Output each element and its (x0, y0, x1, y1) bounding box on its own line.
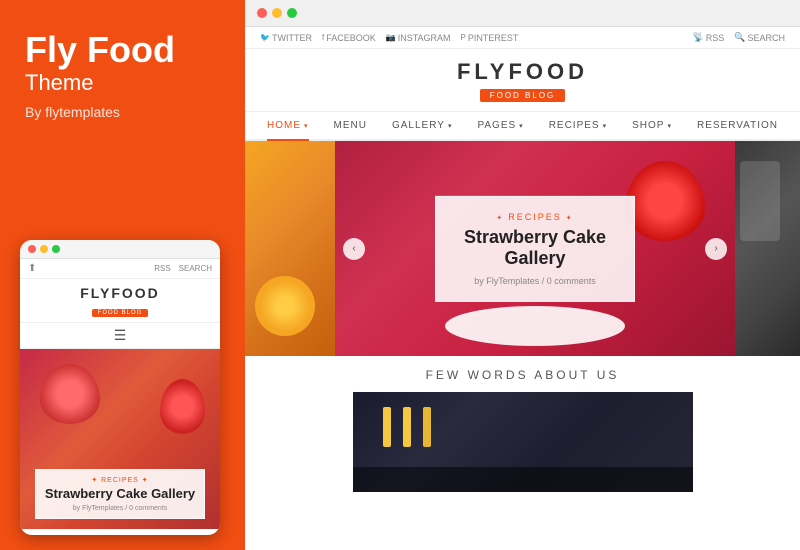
twitter-icon: 🐦 (260, 33, 270, 42)
hero-card-meta-comments: 0 comments (547, 276, 596, 286)
browser-dot-red (257, 8, 267, 18)
app-subtitle: Theme (25, 70, 220, 96)
search-icon: 🔍 (734, 32, 745, 43)
mobile-hamburger-icon[interactable]: ☰ (20, 323, 220, 349)
instagram-link[interactable]: 📷 INSTAGRAM (386, 33, 451, 43)
browser-dot-green (287, 8, 297, 18)
mobile-content-area: ✦ RECIPES ✦ Strawberry Cake Gallery by F… (20, 349, 220, 529)
nav-recipes[interactable]: RECIPES ▾ (549, 120, 607, 131)
instagram-icon: 📷 (386, 33, 396, 42)
about-title: FEW WORDS ABOUT US (265, 368, 780, 382)
mobile-rss-link[interactable]: RSS (154, 264, 170, 273)
site-logo-badge: FOOD BLOG (480, 89, 566, 102)
site-logo-area: FLYFOOD FOOD BLOG (245, 49, 800, 112)
hero-card-meta-by: by FlyTemplates (474, 276, 539, 286)
mobile-browser-chrome (20, 240, 220, 259)
about-section: FEW WORDS ABOUT US (245, 356, 800, 504)
right-panel: 🐦 TWITTER f FACEBOOK 📷 INSTAGRAM P PINTE… (245, 0, 800, 550)
nav-gallery[interactable]: GALLERY ▾ (392, 120, 452, 131)
mobile-share-icon: ⬆ (28, 263, 36, 274)
twitter-label: TWITTER (272, 33, 312, 43)
app-title: Fly Food (25, 30, 220, 70)
rss-icon-link[interactable]: 📡 RSS (693, 32, 725, 43)
nav-pages[interactable]: PAGES ▾ (477, 120, 523, 131)
nav-home-caret: ▾ (304, 122, 309, 130)
nav-menu[interactable]: MENU (334, 120, 367, 131)
facebook-link[interactable]: f FACEBOOK (322, 33, 376, 43)
hero-recipes-label: RECIPES (456, 211, 614, 221)
hero-card-meta: by FlyTemplates / 0 comments (456, 276, 614, 286)
nav-reservation[interactable]: RESERVATION (697, 120, 778, 131)
browser-dot-yellow (272, 8, 282, 18)
mobile-mockup: ⬆ RSS SEARCH FLYFOOD FOOD BLOG ☰ ✦ RECIP… (20, 240, 220, 535)
pinterest-icon: P (461, 33, 466, 42)
twitter-link[interactable]: 🐦 TWITTER (260, 33, 312, 43)
mobile-nav-bar: ⬆ RSS SEARCH (20, 259, 220, 279)
search-icon-link[interactable]: 🔍 SEARCH (734, 32, 785, 43)
restaurant-image (353, 392, 693, 492)
mobile-search-link[interactable]: SEARCH (179, 264, 212, 273)
mobile-dot-red (28, 245, 36, 253)
social-links: 🐦 TWITTER f FACEBOOK 📷 INSTAGRAM P PINTE… (260, 33, 518, 43)
mobile-card-meta: by FlyTemplates / 0 comments (44, 505, 196, 512)
pinterest-link[interactable]: P PINTEREST (461, 33, 519, 43)
browser-chrome (245, 0, 800, 27)
hero-main: ‹ RECIPES Strawberry Cake Gallery by Fly… (335, 141, 735, 356)
nav-gallery-caret: ▾ (448, 122, 453, 130)
mobile-nav-icons: RSS SEARCH (154, 264, 212, 273)
facebook-icon: f (322, 33, 324, 42)
hero-area: ‹ RECIPES Strawberry Cake Gallery by Fly… (245, 141, 800, 356)
pinterest-label: PINTEREST (468, 33, 519, 43)
nav-shop-caret: ▾ (667, 122, 672, 130)
website-content: 🐦 TWITTER f FACEBOOK 📷 INSTAGRAM P PINTE… (245, 27, 800, 544)
instagram-label: INSTAGRAM (398, 33, 451, 43)
mobile-logo-badge: FOOD BLOG (92, 309, 149, 317)
left-panel: Fly Food Theme By flytemplates ⬆ RSS SEA… (0, 0, 245, 550)
byline: By flytemplates (25, 104, 220, 120)
site-nav: HOME ▾ MENU GALLERY ▾ PAGES ▾ RECIPES ▾ … (245, 112, 800, 141)
side-image-right (735, 141, 800, 356)
mobile-dot-yellow (40, 245, 48, 253)
site-logo-text: FLYFOOD (245, 59, 800, 85)
rss-icon: 📡 (693, 32, 704, 43)
mobile-dot-green (52, 245, 60, 253)
nav-recipes-caret: ▾ (603, 122, 608, 130)
facebook-label: FACEBOOK (326, 33, 376, 43)
side-image-left (245, 141, 335, 356)
right-social-icons: 📡 RSS 🔍 SEARCH (693, 32, 785, 43)
hero-prev-button[interactable]: ‹ (343, 238, 365, 260)
social-bar: 🐦 TWITTER f FACEBOOK 📷 INSTAGRAM P PINTE… (245, 27, 800, 49)
hero-card-title: Strawberry Cake Gallery (456, 226, 614, 269)
mobile-overlay-card: ✦ RECIPES ✦ Strawberry Cake Gallery by F… (35, 469, 205, 519)
mobile-card-title: Strawberry Cake Gallery (44, 486, 196, 502)
mobile-logo-text: FLYFOOD (24, 285, 216, 301)
nav-pages-caret: ▾ (519, 122, 524, 130)
nav-home[interactable]: HOME ▾ (267, 120, 309, 141)
hero-overlay-card: RECIPES Strawberry Cake Gallery by FlyTe… (435, 195, 635, 301)
mobile-recipes-label: ✦ RECIPES ✦ (44, 476, 196, 484)
nav-shop[interactable]: SHOP ▾ (632, 120, 672, 131)
hero-next-button[interactable]: › (705, 238, 727, 260)
hero-side-right (735, 141, 800, 356)
mobile-logo-area: FLYFOOD FOOD BLOG (20, 279, 220, 323)
hero-side-left (245, 141, 335, 356)
